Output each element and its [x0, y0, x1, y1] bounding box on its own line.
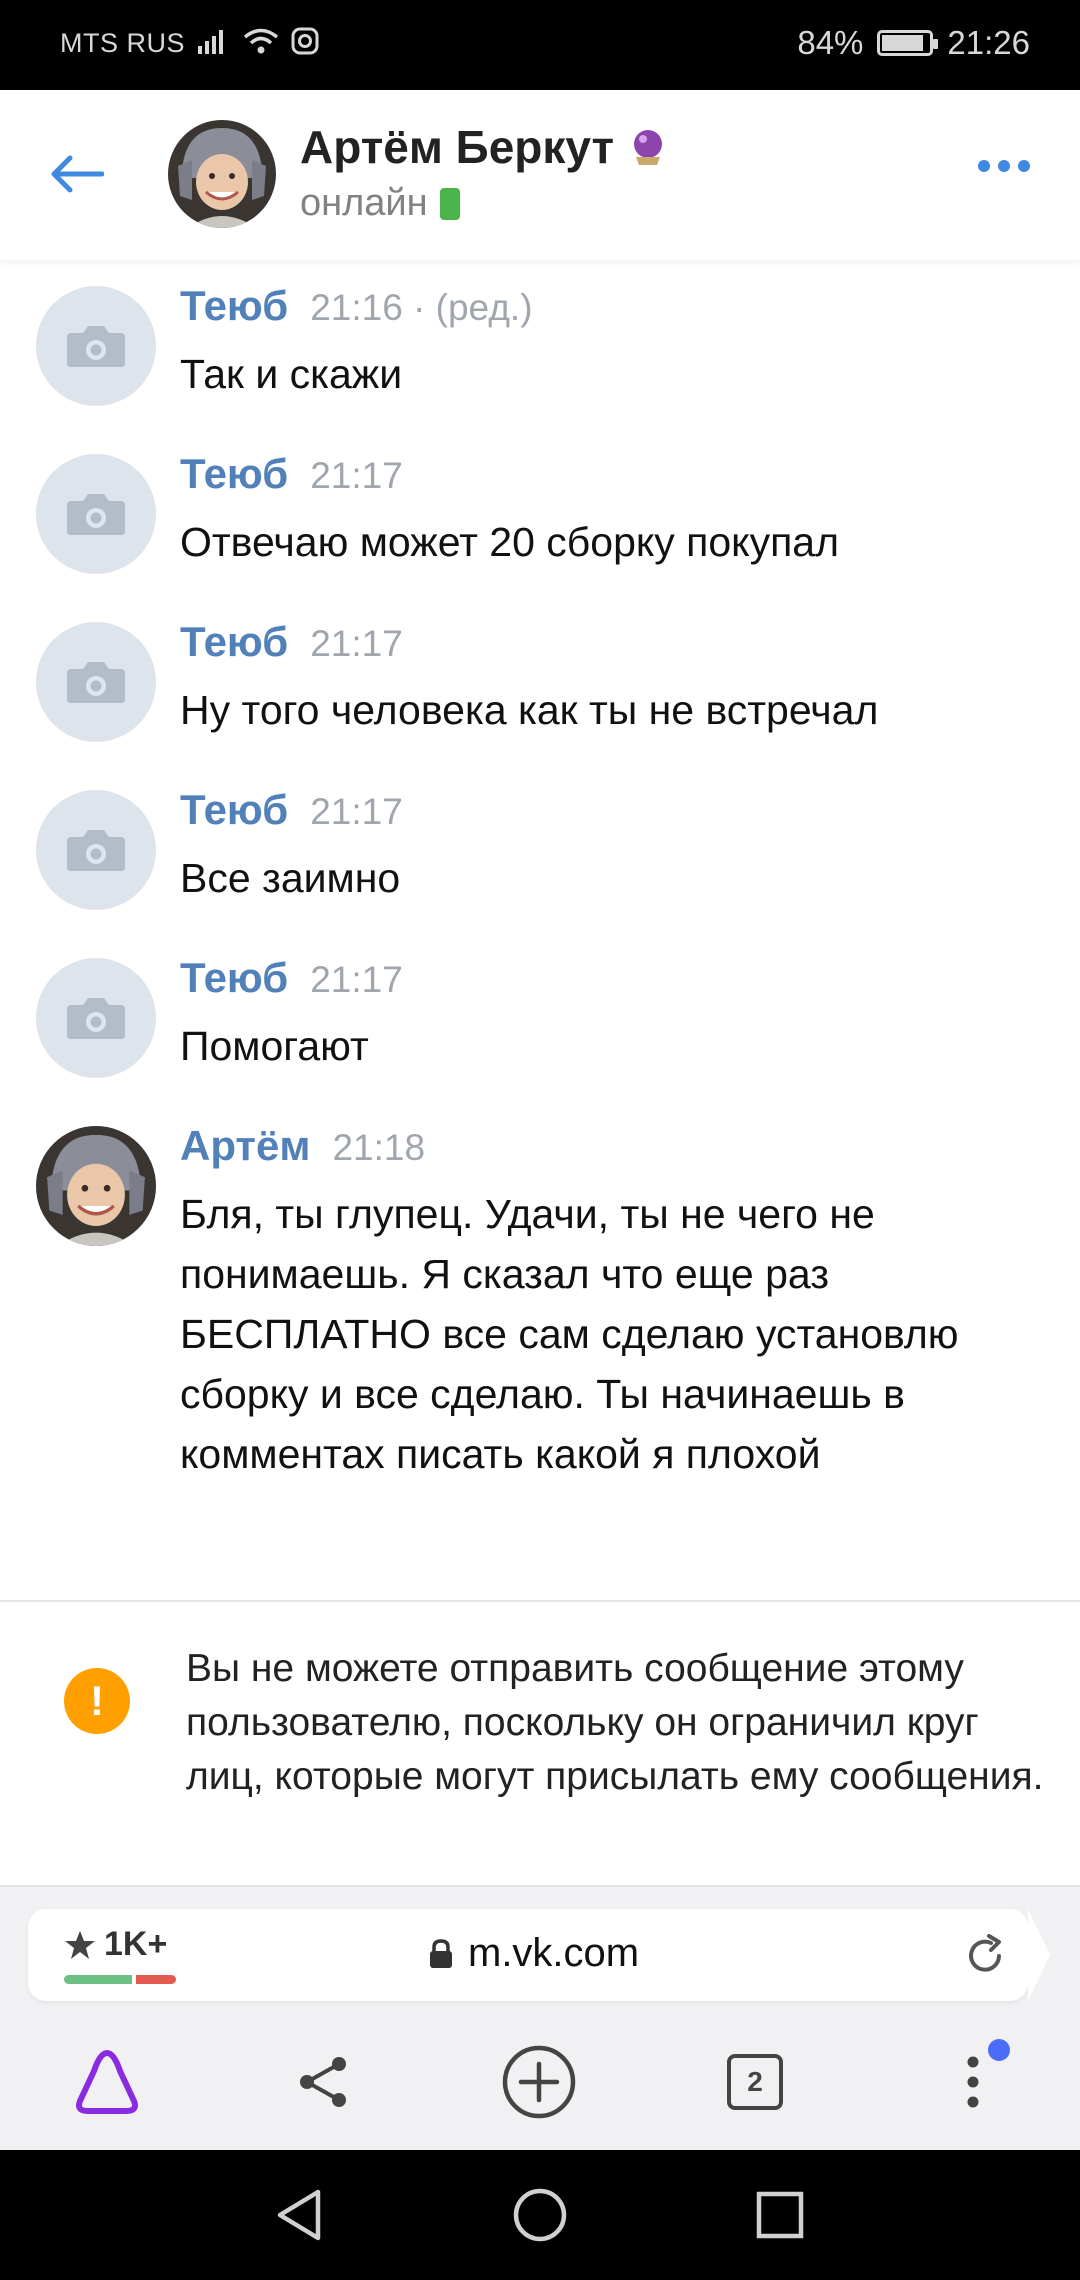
avatar[interactable]	[36, 286, 156, 406]
message-author[interactable]: Теюб	[180, 786, 288, 834]
tabs-button[interactable]: 2	[710, 2037, 800, 2127]
crystal-ball-icon	[634, 130, 663, 165]
message-author[interactable]: Теюб	[180, 450, 288, 498]
alice-icon	[76, 2050, 138, 2114]
plus-circle-icon	[502, 2045, 576, 2119]
star-icon	[65, 1930, 95, 1959]
nav-back-button[interactable]	[264, 2180, 334, 2250]
avatar[interactable]	[36, 454, 156, 574]
site-rating[interactable]: 1K+	[64, 1925, 167, 1964]
message-time: 21:17	[310, 455, 403, 496]
message-header: Теюб 21:16 · (ред.)	[180, 282, 533, 330]
camera-icon	[67, 830, 125, 871]
circle-home-icon	[513, 2188, 567, 2242]
url-field[interactable]: m.vk.com	[428, 1931, 639, 1976]
battery-icon	[877, 30, 939, 56]
more-dot	[1018, 160, 1030, 172]
tabs-count: 2	[727, 2054, 783, 2110]
more-dot	[998, 160, 1010, 172]
signal-icon	[198, 30, 223, 54]
instagram-icon	[291, 27, 319, 55]
message-text: Помогают	[180, 1023, 369, 1069]
more-button[interactable]	[978, 160, 1030, 172]
camera-icon	[67, 662, 125, 703]
browser-panel: 1K+ m.vk.com 2	[0, 1885, 1080, 2150]
message-author[interactable]: Теюб	[180, 282, 288, 330]
contact-name[interactable]: Артём Беркут	[300, 120, 668, 174]
message-time: 21:18	[332, 1127, 426, 1168]
avatar[interactable]	[36, 1126, 156, 1246]
notification-badge	[988, 2039, 1010, 2061]
menu-button[interactable]	[928, 2037, 1018, 2127]
avatar[interactable]	[36, 958, 156, 1078]
reload-button[interactable]	[958, 1929, 1012, 1983]
square-recents-icon	[756, 2191, 804, 2239]
message-time: 21:17	[310, 959, 403, 1000]
back-button[interactable]	[44, 142, 108, 206]
message-header: Теюб 21:17	[180, 618, 403, 666]
message-header: Теюб 21:17	[180, 954, 403, 1002]
more-dot	[978, 160, 990, 172]
alice-button[interactable]	[62, 2037, 152, 2127]
message-author[interactable]: Теюб	[180, 954, 288, 1002]
message-text: Так и скажи	[180, 351, 403, 397]
user-photo-icon	[36, 1126, 156, 1246]
new-tab-button[interactable]	[494, 2037, 584, 2127]
message-header: Теюб 21:17	[180, 450, 403, 498]
rating-count: 1K+	[104, 1925, 168, 1963]
wifi-icon	[243, 28, 279, 54]
battery-percent: 84%	[797, 24, 864, 61]
chat-header: Артём Беркут онлайн	[0, 90, 1080, 260]
carrier-label: MTS RUS	[60, 28, 185, 58]
status-icons	[196, 26, 320, 56]
message-text: Ну того человека как ты не встречал	[180, 687, 879, 733]
message-time: 21:17	[310, 791, 403, 832]
message-header: Артём 21:18	[180, 1122, 425, 1170]
message-text: Бля, ты глупец. Удачи, ты не чего не пон…	[180, 1191, 959, 1477]
status-right: 84% 21:26	[797, 24, 1030, 62]
reload-icon	[969, 1934, 1001, 1972]
contact-name-text: Артём Беркут	[300, 121, 615, 173]
system-nav-bar	[0, 2150, 1080, 2280]
message-header: Теюб 21:17	[180, 786, 403, 834]
message-author[interactable]: Артём	[180, 1122, 310, 1170]
more-vertical-icon	[967, 2056, 979, 2108]
nav-home-button[interactable]	[505, 2180, 575, 2250]
cannot-send-notice: ! Вы не можете отправить сообщение этому…	[0, 1602, 1080, 1884]
address-bar[interactable]: 1K+ m.vk.com	[28, 1909, 1050, 2001]
warning-icon: !	[64, 1668, 130, 1734]
mobile-online-icon	[439, 187, 460, 220]
lock-icon	[430, 1938, 452, 1968]
triangle-back-icon	[277, 2189, 321, 2241]
camera-icon	[67, 494, 125, 535]
online-status: онлайн	[300, 182, 460, 225]
online-status-text: онлайн	[300, 182, 428, 224]
message-text: Отвечаю может 20 сборку покупал	[180, 519, 840, 565]
avatar[interactable]	[36, 622, 156, 742]
user-photo-icon	[168, 120, 276, 228]
nav-recents-button[interactable]	[745, 2180, 815, 2250]
message-text: Все заимно	[180, 855, 401, 901]
message-time: 21:16 · (ред.)	[310, 287, 533, 328]
camera-icon	[67, 998, 125, 1039]
clock: 21:26	[947, 24, 1030, 61]
message-author[interactable]: Теюб	[180, 618, 288, 666]
message-time: 21:17	[310, 623, 403, 664]
avatar[interactable]	[36, 790, 156, 910]
arrow-left-icon	[51, 155, 104, 193]
share-button[interactable]	[278, 2037, 368, 2127]
avatar[interactable]	[168, 120, 276, 228]
rating-bar	[64, 1975, 176, 1984]
url-text: m.vk.com	[468, 1931, 640, 1975]
share-icon	[300, 2057, 346, 2107]
status-bar: MTS RUS 84% 21:26	[0, 0, 1080, 90]
browser-toolbar: 2	[0, 2017, 1080, 2152]
notice-text: Вы не можете отправить сообщение этому п…	[186, 1647, 1044, 1798]
camera-icon	[67, 326, 125, 367]
